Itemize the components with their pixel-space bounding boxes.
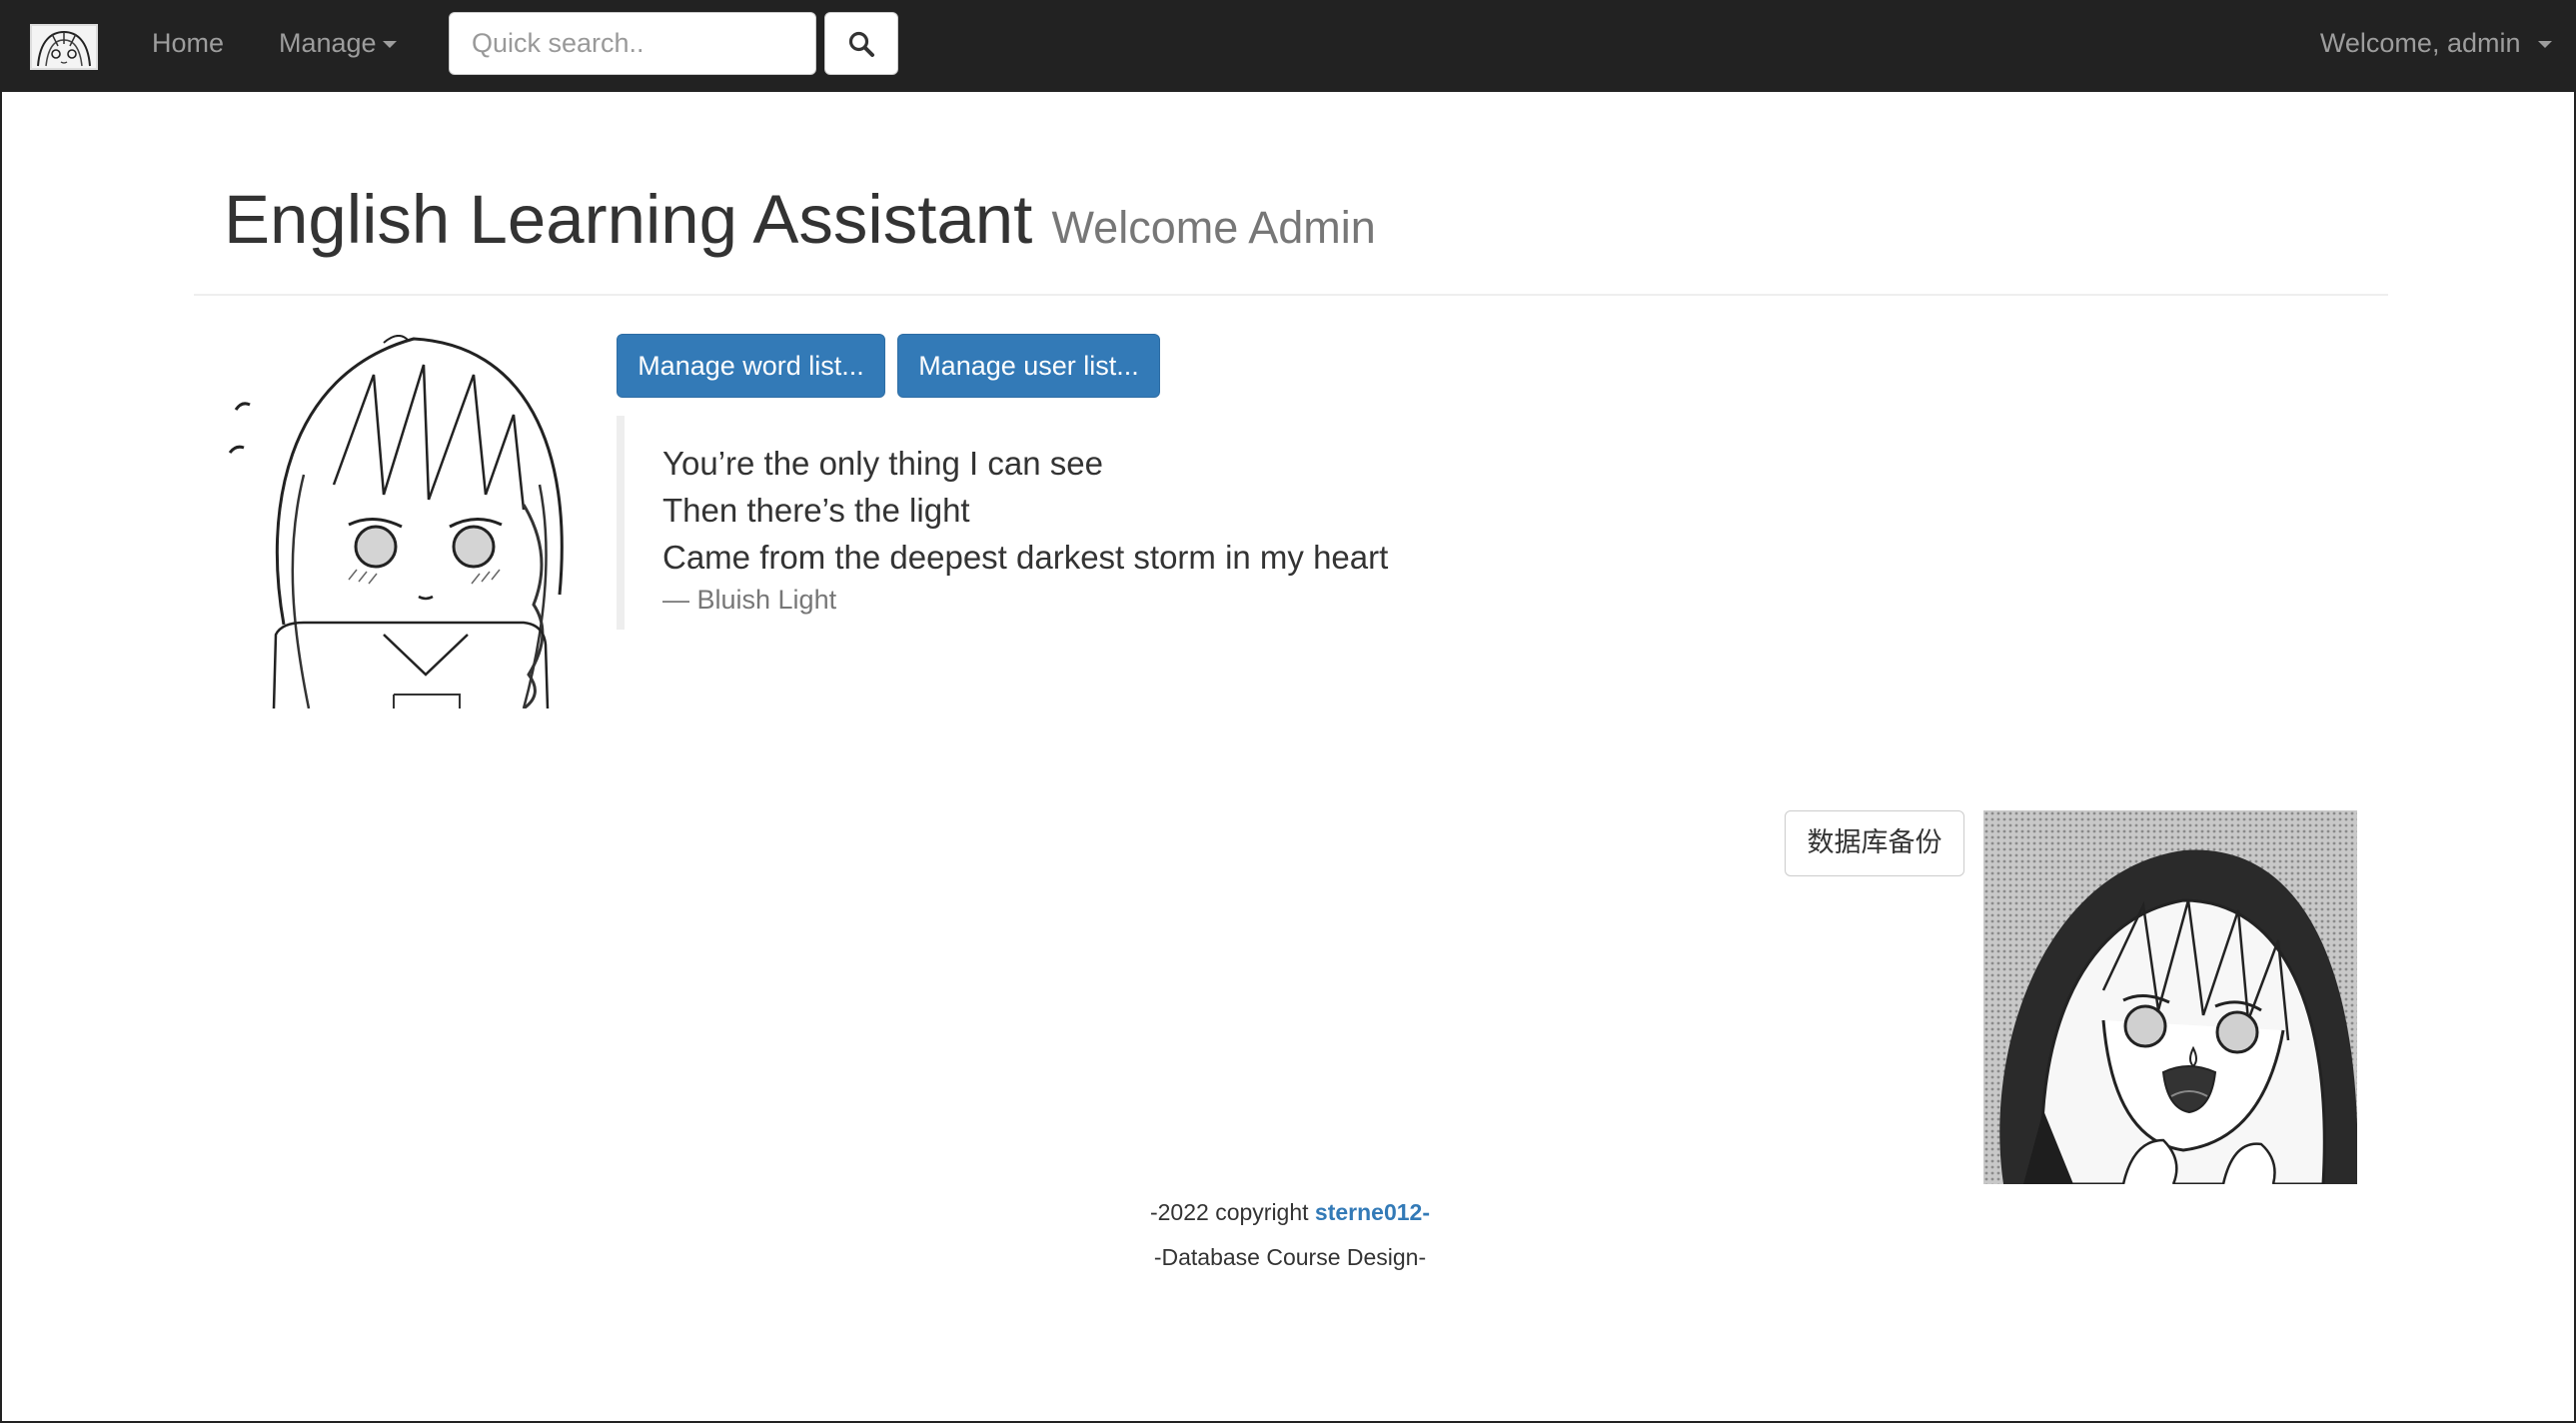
anime-girl-manga-image [1983, 810, 2357, 1184]
brand-logo[interactable] [30, 24, 98, 70]
footer-copyright: -2022 copyright sterne012- [2, 1199, 2576, 1226]
database-backup-button[interactable]: 数据库备份 [1785, 810, 1964, 876]
footer-copyright-suffix: - [1422, 1199, 1431, 1225]
caret-down-icon [2538, 41, 2552, 49]
quote-line: Came from the deepest darkest storm in m… [662, 539, 1389, 576]
page-header: English Learning Assistant Welcome Admin [194, 180, 2388, 296]
page-title-text: English Learning Assistant [224, 181, 1033, 258]
nav-manage-label: Manage [279, 28, 377, 58]
lyrics-blockquote: You’re the only thing I can see Then the… [617, 416, 1516, 630]
database-backup-label: 数据库备份 [1807, 827, 1942, 858]
anime-girl-logo-icon [32, 26, 96, 68]
quote-line: Then there’s the light [662, 492, 970, 529]
manage-user-list-button[interactable]: Manage user list... [897, 334, 1160, 398]
quote-source: — Bluish Light [662, 585, 837, 615]
user-menu-label: Welcome, admin [2319, 28, 2521, 58]
anime-girl-manga-icon [1983, 810, 2357, 1184]
quote-line: You’re the only thing I can see [662, 445, 1103, 482]
anime-girl-sketch-icon [224, 335, 594, 709]
nav-home-link[interactable]: Home [152, 0, 224, 86]
manage-word-list-label: Manage word list... [638, 351, 864, 381]
nav-manage-dropdown[interactable]: Manage [279, 0, 397, 86]
top-navbar: Home Manage Welcome, admin [2, 0, 2576, 92]
anime-girl-illustration [224, 335, 594, 709]
search-icon [848, 31, 874, 57]
page-title: English Learning Assistant Welcome Admin [224, 180, 1376, 268]
footer-course: -Database Course Design- [1153, 1244, 1427, 1270]
page-subtitle: Welcome Admin [1051, 202, 1376, 253]
footer-copyright-prefix: -2022 copyright [1149, 1199, 1315, 1225]
nav-home-label: Home [152, 28, 225, 58]
caret-down-icon [382, 41, 397, 49]
search-button[interactable] [824, 12, 898, 75]
footer-author-link[interactable]: sterne012 [1315, 1199, 1422, 1225]
manage-word-list-button[interactable]: Manage word list... [617, 334, 885, 398]
user-menu-dropdown[interactable]: Welcome, admin [2320, 0, 2552, 86]
quick-search-input[interactable] [449, 12, 816, 75]
manage-user-list-label: Manage user list... [918, 351, 1139, 381]
